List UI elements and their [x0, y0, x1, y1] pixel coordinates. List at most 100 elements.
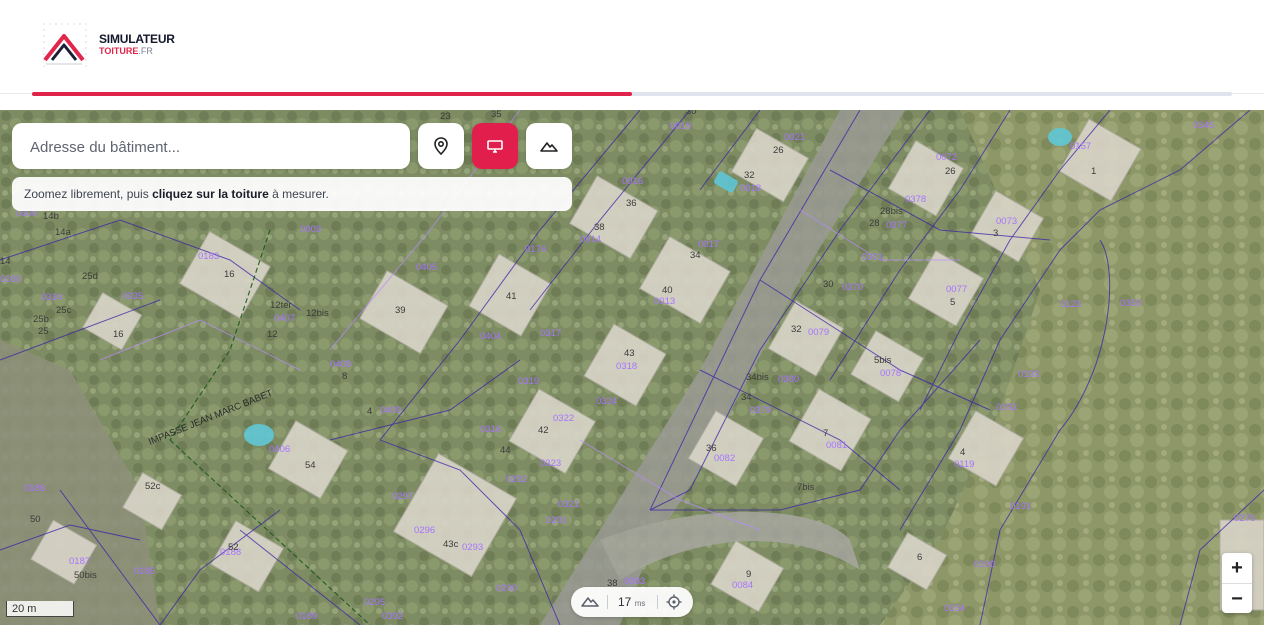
- roof-select-button[interactable]: [472, 123, 518, 169]
- parcel-code-label: 0335: [122, 291, 143, 302]
- map-scale: 20 m: [6, 601, 74, 617]
- parcel-code-label: 0321: [558, 499, 579, 510]
- parcel-code-label: 0319: [518, 376, 539, 387]
- parcel-code-label: 0350: [1120, 298, 1141, 309]
- progress-fill: [32, 92, 632, 96]
- parcel-code-label: 0276: [1234, 513, 1255, 524]
- parcel-code-label: 0154: [944, 603, 965, 614]
- house-number-label: 36: [706, 443, 717, 454]
- house-number-label: 28bis: [880, 206, 903, 217]
- parcel-code-label: 0324: [596, 396, 617, 407]
- map-view[interactable]: IMPASSE JEAN MARC BABET 0019 0021 0016 0018…: [0, 110, 1264, 625]
- parcel-code-label: 0017: [698, 239, 719, 250]
- mountain-icon: [540, 142, 558, 152]
- parcel-code-label: 0018: [740, 183, 761, 194]
- map-status-bar: 17 ms: [571, 587, 693, 617]
- zoom-out-button[interactable]: −: [1222, 583, 1252, 614]
- house-number-label: 26: [773, 145, 784, 156]
- house-number-label: 23: [440, 111, 451, 122]
- parcel-code-label: 0077: [946, 284, 967, 295]
- parcel-code-label: 0190: [974, 559, 995, 570]
- status-divider: [657, 595, 658, 609]
- parcel-code-label: 0407: [274, 313, 295, 324]
- house-number-label: 26: [945, 166, 956, 177]
- parcel-code-label: 0016: [622, 176, 643, 187]
- parcel-code-label: 0072: [936, 152, 957, 163]
- house-number-label: 40: [662, 285, 673, 296]
- parcel-code-label: 0322: [553, 413, 574, 424]
- parcel-code-label: 0316: [480, 424, 501, 435]
- brand-title: SIMULATEUR: [99, 32, 175, 46]
- app-header: SIMULATEUR TOITURE.FR: [0, 0, 1264, 94]
- house-number-label: 12ter: [270, 300, 292, 311]
- parcel-code-label: 0293: [462, 542, 483, 553]
- parcel-code-label: 0290: [496, 583, 517, 594]
- parcel-code-label: 0192: [996, 402, 1017, 413]
- house-number-label: 25b: [33, 314, 49, 325]
- map-pin-icon: [434, 137, 448, 155]
- house-number-label: 32: [744, 170, 755, 181]
- roof-logo-icon: [43, 23, 87, 67]
- instruction-hint: Zoomez librement, puis cliquez sur la to…: [12, 177, 572, 211]
- parcel-code-label: 0014: [580, 234, 601, 245]
- parcel-code-label: 0379: [750, 405, 771, 416]
- house-number-label: 4: [367, 406, 372, 417]
- house-number-label: 16: [113, 329, 124, 340]
- house-number-label: 5bis: [874, 355, 892, 366]
- parcel-code-label: 0291: [546, 515, 567, 526]
- parcel-code-label: 0193: [1018, 369, 1039, 380]
- address-search-box[interactable]: [12, 123, 410, 171]
- parcel-code-label: 0296: [414, 525, 435, 536]
- house-number-label: 30: [686, 110, 697, 117]
- house-number-label: 7: [823, 428, 828, 439]
- locate-button[interactable]: [418, 123, 464, 169]
- house-number-label: 43: [624, 348, 635, 359]
- parcel-code-label: 0380: [778, 374, 799, 385]
- zoom-in-button[interactable]: +: [1222, 553, 1252, 583]
- parcel-code-label: 0119: [954, 459, 974, 470]
- parcel-code-label: 0405: [416, 262, 437, 273]
- house-number-label: 30: [823, 279, 834, 290]
- crosshair-icon[interactable]: [666, 594, 682, 610]
- house-number-label: 38: [594, 222, 605, 233]
- brand-sub: TOITURE: [99, 46, 139, 56]
- parcel-code-label: 0009: [300, 224, 321, 235]
- house-number-label: 52c: [145, 481, 161, 492]
- parcel-code-label: 0378: [905, 194, 926, 205]
- parcel-code-label: 0392: [382, 611, 403, 622]
- house-number-label: 9: [746, 569, 751, 580]
- parcel-code-label: 0078: [880, 368, 901, 379]
- house-number-label: 12: [267, 329, 278, 340]
- parcel-code-label: 0409: [380, 405, 401, 416]
- parcel-code-label: 0081: [826, 440, 847, 451]
- parcel-code-label: 0180: [0, 274, 21, 285]
- house-number-label: 25: [38, 326, 49, 337]
- brand-logo[interactable]: SIMULATEUR TOITURE.FR: [40, 20, 190, 68]
- zoom-control: + −: [1222, 553, 1252, 613]
- house-number-label: 34: [741, 392, 752, 403]
- parcel-code-label: 0295: [364, 597, 385, 608]
- house-number-label: 14a: [55, 227, 72, 238]
- parcel-code-label: 0123: [1060, 299, 1081, 310]
- house-number-label: 25d: [82, 271, 98, 282]
- parcel-code-label: 0083: [624, 576, 645, 587]
- house-number-label: 12bis: [306, 308, 329, 319]
- terrain-button[interactable]: [526, 123, 572, 169]
- house-number-label: 32: [791, 324, 802, 335]
- parcel-code-label: 0297: [392, 491, 413, 502]
- house-number-label: 50: [30, 514, 41, 525]
- parcel-code-label: 0176: [525, 244, 546, 255]
- address-search-input[interactable]: [28, 123, 402, 171]
- parcel-code-label: 0013: [654, 296, 675, 307]
- parcel-code-label: 0183: [198, 251, 219, 262]
- house-number-label: 25c: [56, 305, 72, 316]
- parcel-code-label: 0406: [269, 444, 290, 455]
- parcel-code-label: 0408: [330, 359, 351, 370]
- hint-text: Zoomez librement, puis: [24, 187, 153, 201]
- house-number-label: 35: [491, 110, 502, 120]
- parcel-code-label: 0185: [134, 566, 155, 577]
- render-time: 17 ms: [618, 595, 645, 609]
- hint-emphasis: cliquez sur la toiture: [152, 187, 269, 201]
- parcel-code-label: 0082: [714, 453, 735, 464]
- parcel-code-label: 0187: [69, 556, 90, 567]
